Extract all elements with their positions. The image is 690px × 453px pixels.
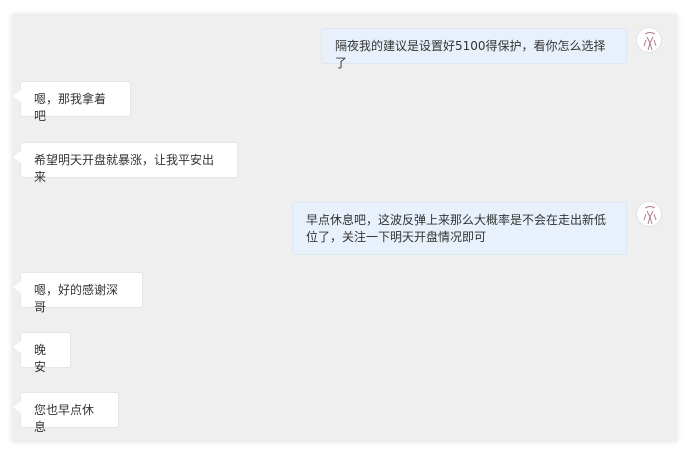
message-text: 隔夜我的建议是设置好5100得保护，看你怎么选择了 — [335, 39, 606, 70]
message-text-line: 位了，关注一下明天开盘情况即可 — [306, 230, 487, 244]
message-bubble-incoming: 希望明天开盘就暴涨，让我平安出来 — [13, 142, 238, 184]
message-text-line: 早点休息吧，这波反弹上来那么大概率是不会在走出新低 — [306, 213, 607, 227]
message-bubble-incoming: 您也早点休息 — [13, 392, 119, 434]
message-bubble-incoming: 晚安 — [13, 332, 71, 374]
chat-window: 隔夜我的建议是设置好5100得保护，看你怎么选择了 嗯，那我拿着吧 希望明天开盘… — [12, 14, 677, 442]
message-text: 嗯，好的感谢深哥 — [34, 283, 119, 314]
avatar-icon[interactable] — [636, 201, 662, 227]
avatar-icon[interactable] — [636, 27, 662, 53]
message-bubble-incoming: 嗯，那我拿着吧 — [13, 81, 131, 123]
message-bubble-outgoing: 隔夜我的建议是设置好5100得保护，看你怎么选择了 — [321, 28, 627, 70]
message-text: 晚安 — [34, 343, 47, 374]
message-text: 您也早点休息 — [34, 403, 95, 434]
message-text: 嗯，那我拿着吧 — [34, 92, 107, 123]
message-text: 希望明天开盘就暴涨，让我平安出来 — [34, 153, 215, 184]
message-bubble-outgoing: 早点休息吧，这波反弹上来那么大概率是不会在走出新低 位了，关注一下明天开盘情况即… — [292, 202, 627, 255]
message-bubble-incoming: 嗯，好的感谢深哥 — [13, 272, 143, 314]
